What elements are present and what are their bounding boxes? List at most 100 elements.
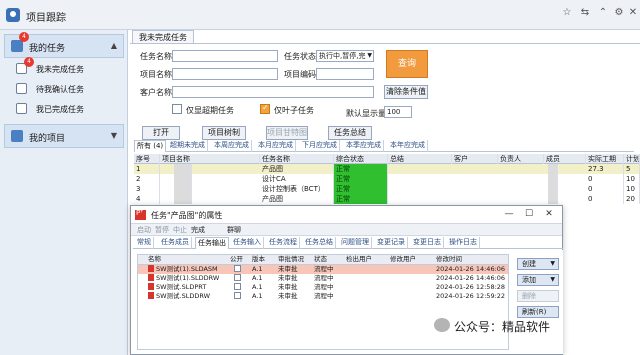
page-size-label: 默认显示量 [346, 109, 386, 118]
col-task[interactable]: 任务名称 [260, 154, 334, 164]
tab-overdue[interactable]: 超期未完成 [168, 140, 208, 152]
start-button[interactable]: 启动 [137, 225, 151, 235]
tab-change-records[interactable]: 变更记录 [375, 237, 408, 249]
switch-icon[interactable]: ⇆ [578, 7, 592, 18]
table-row[interactable]: 3 设计控制表（BCT） 正常 0 10 [134, 184, 640, 194]
col-modify-user[interactable]: 修改用户 [388, 255, 428, 265]
col-no[interactable]: 序号 [134, 154, 160, 164]
cell-status: 正常 [334, 194, 388, 204]
sidebar-item-finished[interactable]: 我已完成任务 [16, 100, 124, 118]
col-plan[interactable]: 计划 [624, 154, 640, 164]
public-checkbox[interactable] [234, 274, 241, 281]
only-overdue-checkbox[interactable] [172, 104, 182, 114]
page-size-input[interactable]: 100 [384, 106, 412, 118]
query-button[interactable]: 查询 [386, 50, 428, 78]
cell-no: 1 [134, 164, 160, 174]
col-public[interactable]: 公开 [228, 255, 248, 265]
cell-member-redacted [548, 194, 558, 204]
project-gantt-button[interactable]: 项目甘特图 [266, 126, 308, 140]
public-checkbox[interactable] [234, 292, 241, 299]
col-project[interactable]: 项目名称 [160, 154, 260, 164]
delete-button[interactable]: 删除 [517, 290, 559, 302]
table-row[interactable]: 2 设计CA 正常 0 10 [134, 174, 640, 184]
grid-header: 序号 项目名称 任务名称 综合状态 总结 客户 负责人 成员 实际工期 计划 [134, 154, 640, 164]
cell-name: SW测试.SLDDRW [146, 292, 226, 302]
task-name-input[interactable] [172, 50, 278, 62]
nav-group-my-projects[interactable]: 我的项目 ▼ [4, 124, 124, 148]
tab-this-quarter[interactable]: 本季应完成 [344, 140, 384, 152]
table-row[interactable]: SW测试.SLDDRW A.1 未审批 流程中 2024-01-26 12:59… [138, 292, 508, 301]
create-button[interactable]: 创建 ▼ [517, 258, 559, 270]
sidebar-item-unfinished[interactable]: 4 我未完成任务 [16, 57, 124, 78]
nav-group-label: 我的项目 [29, 134, 66, 144]
cell-task: 设计控制表（BCT） [260, 184, 334, 194]
tab-general[interactable]: 常规 [135, 237, 154, 249]
public-checkbox[interactable] [234, 283, 241, 290]
open-button[interactable]: 打开 [142, 126, 180, 140]
tab-next-month[interactable]: 下月应完成 [300, 140, 340, 152]
col-owner[interactable]: 负责人 [498, 154, 544, 164]
collapse-icon[interactable]: ⌃ [596, 7, 610, 18]
col-members[interactable]: 成员 [544, 154, 586, 164]
col-status[interactable]: 综合状态 [334, 154, 388, 164]
tab-task-summary[interactable]: 任务总结 [303, 237, 336, 249]
tab-this-year[interactable]: 本年应完成 [388, 140, 428, 152]
abort-button[interactable]: 中止 [173, 225, 187, 235]
col-checkout-user[interactable]: 检出用户 [344, 255, 384, 265]
col-name[interactable]: 名称 [146, 255, 226, 265]
chevron-up-icon[interactable]: ▲ [111, 41, 117, 50]
public-checkbox[interactable] [234, 265, 241, 272]
star-icon[interactable]: ☆ [560, 7, 574, 18]
settings-icon[interactable]: ⚙ [612, 7, 626, 18]
col-state[interactable]: 状态 [312, 255, 342, 265]
project-name-input[interactable] [172, 68, 278, 80]
col-version[interactable]: 版本 [250, 255, 274, 265]
dialog-title-bar[interactable]: 任务"产品图"的属性 — ☐ ✕ [131, 206, 562, 224]
customer-name-input[interactable] [172, 86, 374, 98]
tab-operation-log[interactable]: 操作日志 [447, 237, 480, 249]
col-modify-time[interactable]: 修改时间 [434, 255, 504, 265]
task-summary-button[interactable]: 任务总结 [328, 126, 372, 140]
sidebar-item-confirm[interactable]: 待我确认任务 [16, 80, 124, 98]
tab-unfinished-tasks[interactable]: 我未完成任务 [132, 30, 194, 44]
col-approval[interactable]: 审批情况 [276, 255, 310, 265]
col-customer[interactable]: 客户 [452, 154, 498, 164]
tab-this-week[interactable]: 本周应完成 [212, 140, 252, 152]
table-row[interactable]: SW测试.SLDPRT A.1 未审批 流程中 2024-01-26 12:58… [138, 283, 508, 292]
tab-task-flow[interactable]: 任务流程 [267, 237, 300, 249]
chevron-down-icon[interactable]: ▼ [111, 131, 117, 140]
tab-change-log[interactable]: 变更日志 [411, 237, 444, 249]
sidebar-item-label: 待我确认任务 [36, 85, 84, 94]
cell-no: 2 [134, 174, 160, 184]
refresh-button[interactable]: 刷新(R) [517, 306, 559, 318]
table-row[interactable]: SW测试(1).SLDASM A.1 未审批 流程中 2024-01-26 14… [138, 265, 508, 274]
complete-button[interactable]: 完成 [191, 225, 205, 235]
close-icon[interactable]: ✕ [543, 209, 555, 219]
tab-all[interactable]: 所有 (4) [134, 140, 167, 152]
col-summary[interactable]: 总结 [388, 154, 452, 164]
table-row[interactable]: 4 产品图 正常 0 20 [134, 194, 640, 204]
tab-task-output[interactable]: 任务输出 [195, 237, 229, 249]
project-tree-button[interactable]: 项目树制 [202, 126, 246, 140]
group-chat-button[interactable]: 群聊 [227, 225, 241, 235]
cell-task: 产品图 [260, 194, 334, 204]
add-label: 添加 [522, 276, 536, 284]
task-status-select[interactable]: 执行中,暂停,完 ▼ [316, 50, 374, 62]
tab-this-month[interactable]: 本月应完成 [256, 140, 296, 152]
add-button[interactable]: 添加 ▼ [517, 274, 559, 286]
minimize-icon[interactable]: — [503, 209, 515, 219]
only-leaf-checkbox[interactable] [260, 103, 270, 114]
project-code-input[interactable] [316, 68, 374, 80]
table-row[interactable]: 1 产品图 正常 27.3 5 [134, 164, 640, 174]
clear-conditions-button[interactable]: 清除条件值 [384, 85, 428, 99]
wechat-icon [434, 318, 450, 332]
tab-issue-management[interactable]: 问题管理 [339, 237, 372, 249]
pause-button[interactable]: 暂停 [155, 225, 169, 235]
tab-task-input[interactable]: 任务输入 [231, 237, 264, 249]
maximize-icon[interactable]: ☐ [523, 209, 535, 219]
nav-group-my-tasks[interactable]: 4 我的任务 ▲ [4, 32, 124, 58]
tab-task-members[interactable]: 任务成员 [159, 237, 192, 249]
table-row[interactable]: SW测试(1).SLDDRW A.1 未审批 流程中 2024-01-26 14… [138, 274, 508, 283]
close-icon[interactable]: ✕ [626, 7, 640, 18]
col-actual[interactable]: 实际工期 [586, 154, 624, 164]
